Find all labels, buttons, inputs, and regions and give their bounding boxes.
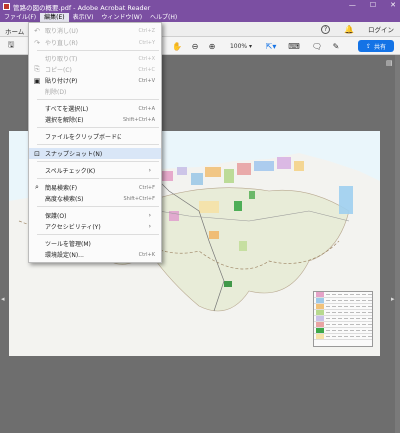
menu-item-manage-tools[interactable]: ツールを管理(M)	[29, 238, 161, 249]
window-title: 管路の図の概要.pdf - Adobe Acrobat Reader	[13, 3, 151, 12]
menu-separator	[37, 206, 159, 207]
menu-file[interactable]: ファイル(F)	[0, 13, 40, 22]
keyboard-icon[interactable]: ⌨	[288, 40, 300, 52]
maximize-button[interactable]: ☐	[370, 1, 376, 9]
menu-item-select-all[interactable]: すべてを選択(L) Ctrl+A	[29, 103, 161, 114]
comment-icon[interactable]: 🗨	[312, 40, 322, 52]
menu-item-undo[interactable]: ↶ 取り消し(U) Ctrl+Z	[29, 25, 161, 36]
zoom-out-icon[interactable]: ⊖	[190, 40, 200, 52]
pen-icon[interactable]: ✎	[331, 40, 341, 52]
zoom-in-icon[interactable]: ⊕	[207, 40, 217, 52]
menu-edit[interactable]: 編集(E)	[40, 13, 69, 22]
hand-tool-icon[interactable]: ✋	[172, 40, 182, 52]
title-bar: 管路の図の概要.pdf - Adobe Acrobat Reader — ☐ ✕	[0, 0, 400, 13]
snapshot-icon: ⊡	[34, 149, 40, 158]
menu-item-advanced-search[interactable]: 高度な検索(S) Shift+Ctrl+F	[29, 193, 161, 204]
paste-icon: ▣	[33, 76, 41, 85]
map-legend	[313, 291, 373, 347]
menu-item-preferences[interactable]: 環境設定(N)... Ctrl+K	[29, 249, 161, 260]
copy-icon: ⎘	[34, 65, 40, 73]
submenu-arrow-icon: ›	[148, 167, 151, 174]
menu-separator	[37, 99, 159, 100]
close-button[interactable]: ✕	[390, 1, 396, 9]
submenu-arrow-icon: ›	[148, 223, 151, 230]
menu-separator	[37, 127, 159, 128]
vertical-scrollbar[interactable]	[395, 55, 400, 433]
menu-help[interactable]: ヘルプ(H)	[146, 13, 181, 22]
search-icon: ⌕	[35, 183, 39, 191]
menu-separator	[37, 234, 159, 235]
signin-link[interactable]: ログイン	[368, 24, 394, 34]
help-icon[interactable]: ?	[321, 24, 331, 34]
menu-item-redo[interactable]: ↷ やり直し(R) Ctrl+Y	[29, 37, 161, 48]
menu-view[interactable]: 表示(V)	[69, 13, 98, 22]
menu-item-protection[interactable]: 保護(O) ›	[29, 210, 161, 221]
select-tool-icon[interactable]: ⇱▾	[264, 40, 278, 52]
tab-home[interactable]: ホーム	[5, 26, 24, 36]
menu-item-spell-check[interactable]: スペルチェック(K) ›	[29, 165, 161, 176]
redo-icon: ↷	[34, 38, 40, 47]
menu-separator	[37, 178, 159, 179]
sidebar-toggle-icon[interactable]: ▤	[386, 59, 394, 67]
menu-item-accessibility[interactable]: アクセシビリティ(Y) ›	[29, 221, 161, 232]
share-icon: ⇪	[365, 42, 371, 50]
menu-item-paste[interactable]: ▣ 貼り付け(P) Ctrl+V	[29, 75, 161, 86]
edit-menu-dropdown: ↶ 取り消し(U) Ctrl+Z ↷ やり直し(R) Ctrl+Y 切り取り(T…	[28, 22, 162, 263]
menu-item-copy[interactable]: ⎘ コピー(C) Ctrl+C	[29, 64, 161, 75]
window-controls: — ☐ ✕	[349, 1, 396, 9]
zoom-level-select[interactable]: 100% ▾	[228, 40, 254, 52]
menu-separator	[37, 144, 159, 145]
submenu-arrow-icon: ›	[148, 212, 151, 219]
menu-item-cut[interactable]: 切り取り(T) Ctrl+X	[29, 53, 161, 64]
menu-separator	[37, 50, 159, 51]
share-label: 共有	[374, 43, 387, 51]
bell-icon[interactable]: 🔔	[344, 25, 354, 34]
menu-item-copy-file-to-clipboard[interactable]: ファイルをクリップボードにコピー(Y)	[29, 131, 161, 142]
menu-bar: ファイル(F) 編集(E) 表示(V) ウィンドウ(W) ヘルプ(H)	[0, 13, 400, 22]
menu-item-find[interactable]: ⌕ 簡易検索(F) Ctrl+F	[29, 182, 161, 193]
menu-window[interactable]: ウィンドウ(W)	[97, 13, 146, 22]
menu-item-snapshot[interactable]: ⊡ スナップショット(N)	[29, 148, 161, 159]
left-panel-toggle[interactable]: ◂	[1, 295, 7, 309]
acrobat-app-icon	[3, 3, 10, 10]
menu-separator	[37, 161, 159, 162]
menu-item-deselect-all[interactable]: 選択を解除(E) Shift+Ctrl+A	[29, 114, 161, 125]
save-icon[interactable]: 🖫	[6, 40, 16, 52]
undo-icon: ↶	[34, 26, 40, 35]
share-button[interactable]: ⇪ 共有	[358, 40, 394, 52]
menu-item-delete[interactable]: 削除(D)	[29, 86, 161, 97]
minimize-button[interactable]: —	[349, 1, 356, 9]
zoom-level-value: 100%	[229, 42, 248, 50]
